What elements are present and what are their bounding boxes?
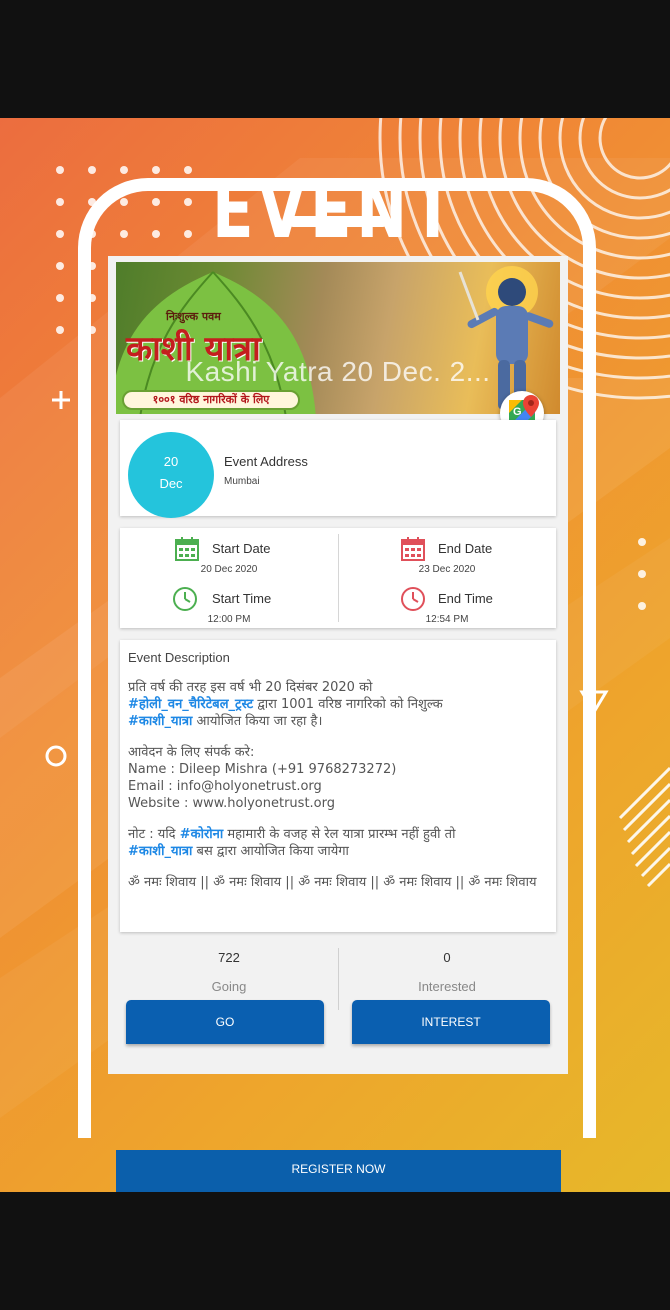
rsvp-stats: 722 Going 0 Interested GO INTEREST: [120, 944, 556, 1074]
going-label: Going: [211, 979, 247, 994]
banner-hindi-small: निःशुल्क पवम: [166, 310, 221, 323]
event-address-value: Mumbai: [224, 476, 260, 487]
going-stat: 722 Going: [120, 944, 338, 994]
start-time-value: 12:00 PM: [207, 614, 251, 625]
description-title: Event Description: [128, 650, 230, 665]
contact-email: Email : info@holyonetrust.org: [128, 779, 322, 794]
start-date-label: Start Date: [212, 541, 271, 556]
interested-label: Interested: [418, 979, 476, 994]
description-text: आयोजित किया जा रहा है।: [192, 714, 323, 729]
calendar-icon: [175, 537, 199, 561]
hashtag-link[interactable]: #काशी_यात्रा: [128, 844, 192, 859]
description-body: प्रति वर्ष की तरह इस वर्ष भी 20 दिसंबर 2…: [128, 679, 548, 891]
interest-button[interactable]: INTEREST: [352, 1000, 550, 1044]
bottom-black-bar: [0, 1192, 670, 1310]
date-day: 20: [163, 454, 179, 469]
start-date-value: 20 Dec 2020: [200, 564, 258, 575]
event-banner[interactable]: निःशुल्क पवम काशी यात्रा १००१ वरिष्ठ नाग…: [116, 262, 560, 414]
contact-heading: आवेदन के लिए संपर्क करे:: [128, 745, 255, 760]
event-description-card: Event Description प्रति वर्ष की तरह इस व…: [120, 640, 556, 932]
description-paragraph: प्रति वर्ष की तरह इस वर्ष भी 20 दिसंबर 2…: [128, 679, 548, 730]
note-paragraph: नोट : यदि #कोरोना महामारी के वजह से रेल …: [128, 826, 548, 860]
end-time-value: 12:54 PM: [425, 614, 469, 625]
end-date-label: End Date: [438, 541, 493, 556]
top-black-bar: [0, 0, 670, 118]
phone-camera: [271, 216, 282, 227]
clock-icon: [401, 587, 425, 611]
end-date-cell: End Date 23 Dec 2020: [338, 528, 556, 578]
banner-event-title: Kashi Yatra 20 Dec. 2...: [185, 356, 491, 387]
contact-website: Website : www.holyonetrust.org: [128, 796, 335, 811]
end-time-cell: End Time 12:54 PM: [338, 578, 556, 628]
date-month: Dec: [159, 476, 183, 491]
description-text: प्रति वर्ष की तरह इस वर्ष भी 20 दिसंबर 2…: [128, 680, 373, 695]
hashtag-link[interactable]: #कोरोना: [180, 827, 224, 842]
clock-icon: [173, 587, 197, 611]
contact-name: Name : Dileep Mishra (+91 9768273272): [128, 762, 397, 777]
banner-ribbon: १००१ वरिष्ठ नागरिकों के लिए: [122, 390, 300, 410]
start-time-cell: Start Time 12:00 PM: [120, 578, 338, 628]
register-now-button[interactable]: REGISTER NOW: [116, 1150, 561, 1192]
contact-paragraph: आवेदन के लिए संपर्क करे: Name : Dileep M…: [128, 744, 548, 812]
description-text: द्वारा 1001 वरिष्ठ नागरिको को निशुल्क: [253, 697, 443, 712]
interested-count: 0: [443, 950, 451, 965]
app-screen: निःशुल्क पवम काशी यात्रा १००१ वरिष्ठ नाग…: [108, 256, 568, 1074]
start-date-cell: Start Date 20 Dec 2020: [120, 528, 338, 578]
end-time-label: End Time: [438, 591, 493, 606]
go-button[interactable]: GO: [126, 1000, 324, 1044]
phone-speaker: [288, 216, 388, 227]
note-text: बस द्वारा आयोजित किया जायेगा: [192, 844, 349, 859]
note-text: महामारी के वजह से रेल यात्रा प्रारम्भ नह…: [223, 827, 456, 842]
schedule-card: Start Date 20 Dec 2020 End Date 23 Dec 2…: [120, 528, 556, 628]
date-badge: 20 Dec: [128, 432, 214, 518]
going-count: 722: [218, 950, 240, 965]
interested-stat: 0 Interested: [338, 944, 556, 994]
mantra-text: ॐ नमः शिवाय || ॐ नमः शिवाय || ॐ नमः शिवा…: [128, 875, 537, 890]
calendar-icon: [401, 537, 425, 561]
note-text: नोट : यदि: [128, 827, 180, 842]
hashtag-link[interactable]: #होली_वन_चैरिटेबल_ट्रस्ट: [128, 697, 253, 712]
end-date-value: 23 Dec 2020: [418, 564, 476, 575]
start-time-label: Start Time: [212, 591, 272, 606]
event-address-card: 20 Dec Event Address Mumbai: [120, 420, 556, 518]
svg-text:G: G: [513, 406, 522, 418]
event-address-label: Event Address: [224, 454, 308, 469]
hashtag-link[interactable]: #काशी_यात्रा: [128, 714, 192, 729]
